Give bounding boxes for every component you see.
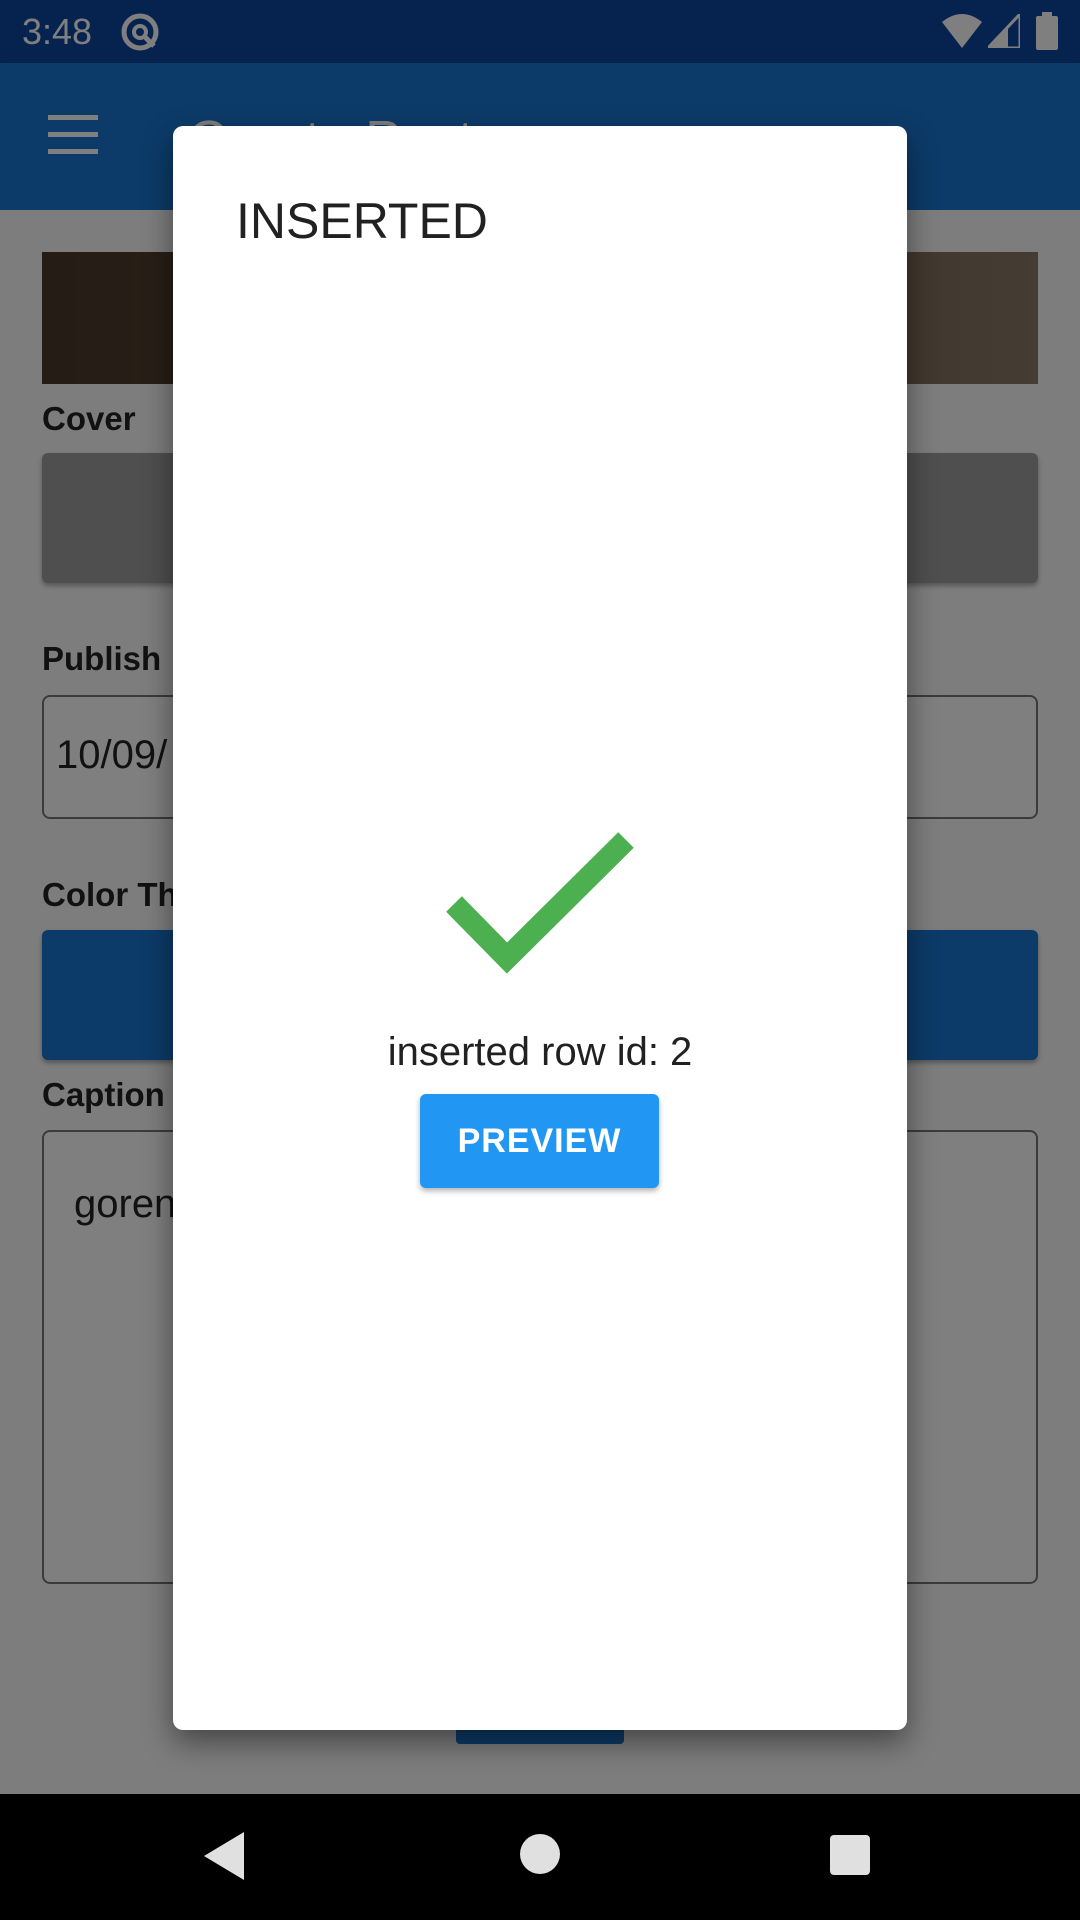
preview-button[interactable]: PREVIEW <box>420 1094 659 1188</box>
home-icon[interactable] <box>520 1834 560 1874</box>
dialog-message: inserted row id: 2 <box>387 1030 693 1074</box>
navigation-bar <box>0 1794 1080 1920</box>
inserted-dialog: INSERTED inserted row id: 2 PREVIEW <box>173 126 907 1730</box>
check-icon <box>446 832 634 974</box>
back-icon[interactable] <box>204 1832 244 1880</box>
recents-icon[interactable] <box>830 1835 870 1875</box>
dialog-title: INSERTED <box>236 193 488 249</box>
